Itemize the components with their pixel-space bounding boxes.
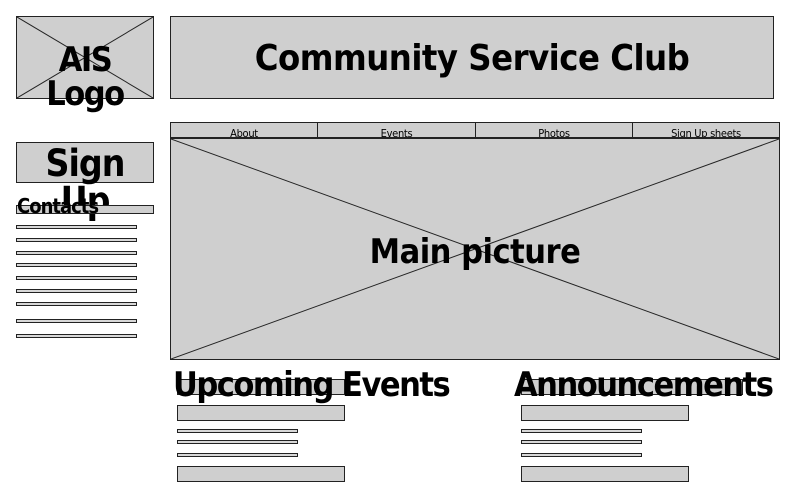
main-navigation: About Events Photos Sign Up sheets xyxy=(170,122,780,138)
nav-tab-sign-up-sheets[interactable]: Sign Up sheets xyxy=(633,123,779,137)
announcement-item-line xyxy=(521,429,642,433)
events-heading: Upcoming Events xyxy=(173,365,451,405)
site-title: Community Service Club xyxy=(254,38,690,79)
contact-list-item[interactable] xyxy=(16,276,137,280)
event-item-line xyxy=(177,429,298,433)
contact-list-item[interactable] xyxy=(16,225,137,229)
contact-list-item[interactable] xyxy=(16,263,137,267)
contact-list-item[interactable] xyxy=(16,334,137,338)
main-picture-placeholder: Main picture xyxy=(170,138,780,360)
contact-list-item[interactable] xyxy=(16,251,137,255)
announcement-item-title[interactable] xyxy=(521,405,689,421)
sign-up-button[interactable]: Sign Up xyxy=(16,142,154,219)
logo-label: AIS Logo xyxy=(46,40,125,114)
main-picture-label: Main picture xyxy=(369,232,581,272)
announcement-item-title[interactable] xyxy=(521,466,689,482)
event-item-line xyxy=(177,453,298,457)
nav-tab-about[interactable]: About xyxy=(171,123,318,137)
announcements-heading: Announcements xyxy=(514,365,774,405)
nav-tab-events[interactable]: Events xyxy=(318,123,476,137)
nav-tab-photos[interactable]: Photos xyxy=(476,123,633,137)
event-item-title[interactable] xyxy=(177,466,345,482)
contacts-heading: Contacts xyxy=(17,194,99,218)
contact-list-item[interactable] xyxy=(16,302,137,306)
contact-list-item[interactable] xyxy=(16,319,137,323)
announcement-item-line xyxy=(521,453,642,457)
site-header-banner: Community Service Club xyxy=(170,16,774,99)
event-item-line xyxy=(177,440,298,444)
announcement-item-line xyxy=(521,440,642,444)
event-item-title[interactable] xyxy=(177,405,345,421)
logo-image-placeholder[interactable]: AIS Logo xyxy=(16,16,154,111)
contact-list-item[interactable] xyxy=(16,238,137,242)
contact-list-item[interactable] xyxy=(16,289,137,293)
